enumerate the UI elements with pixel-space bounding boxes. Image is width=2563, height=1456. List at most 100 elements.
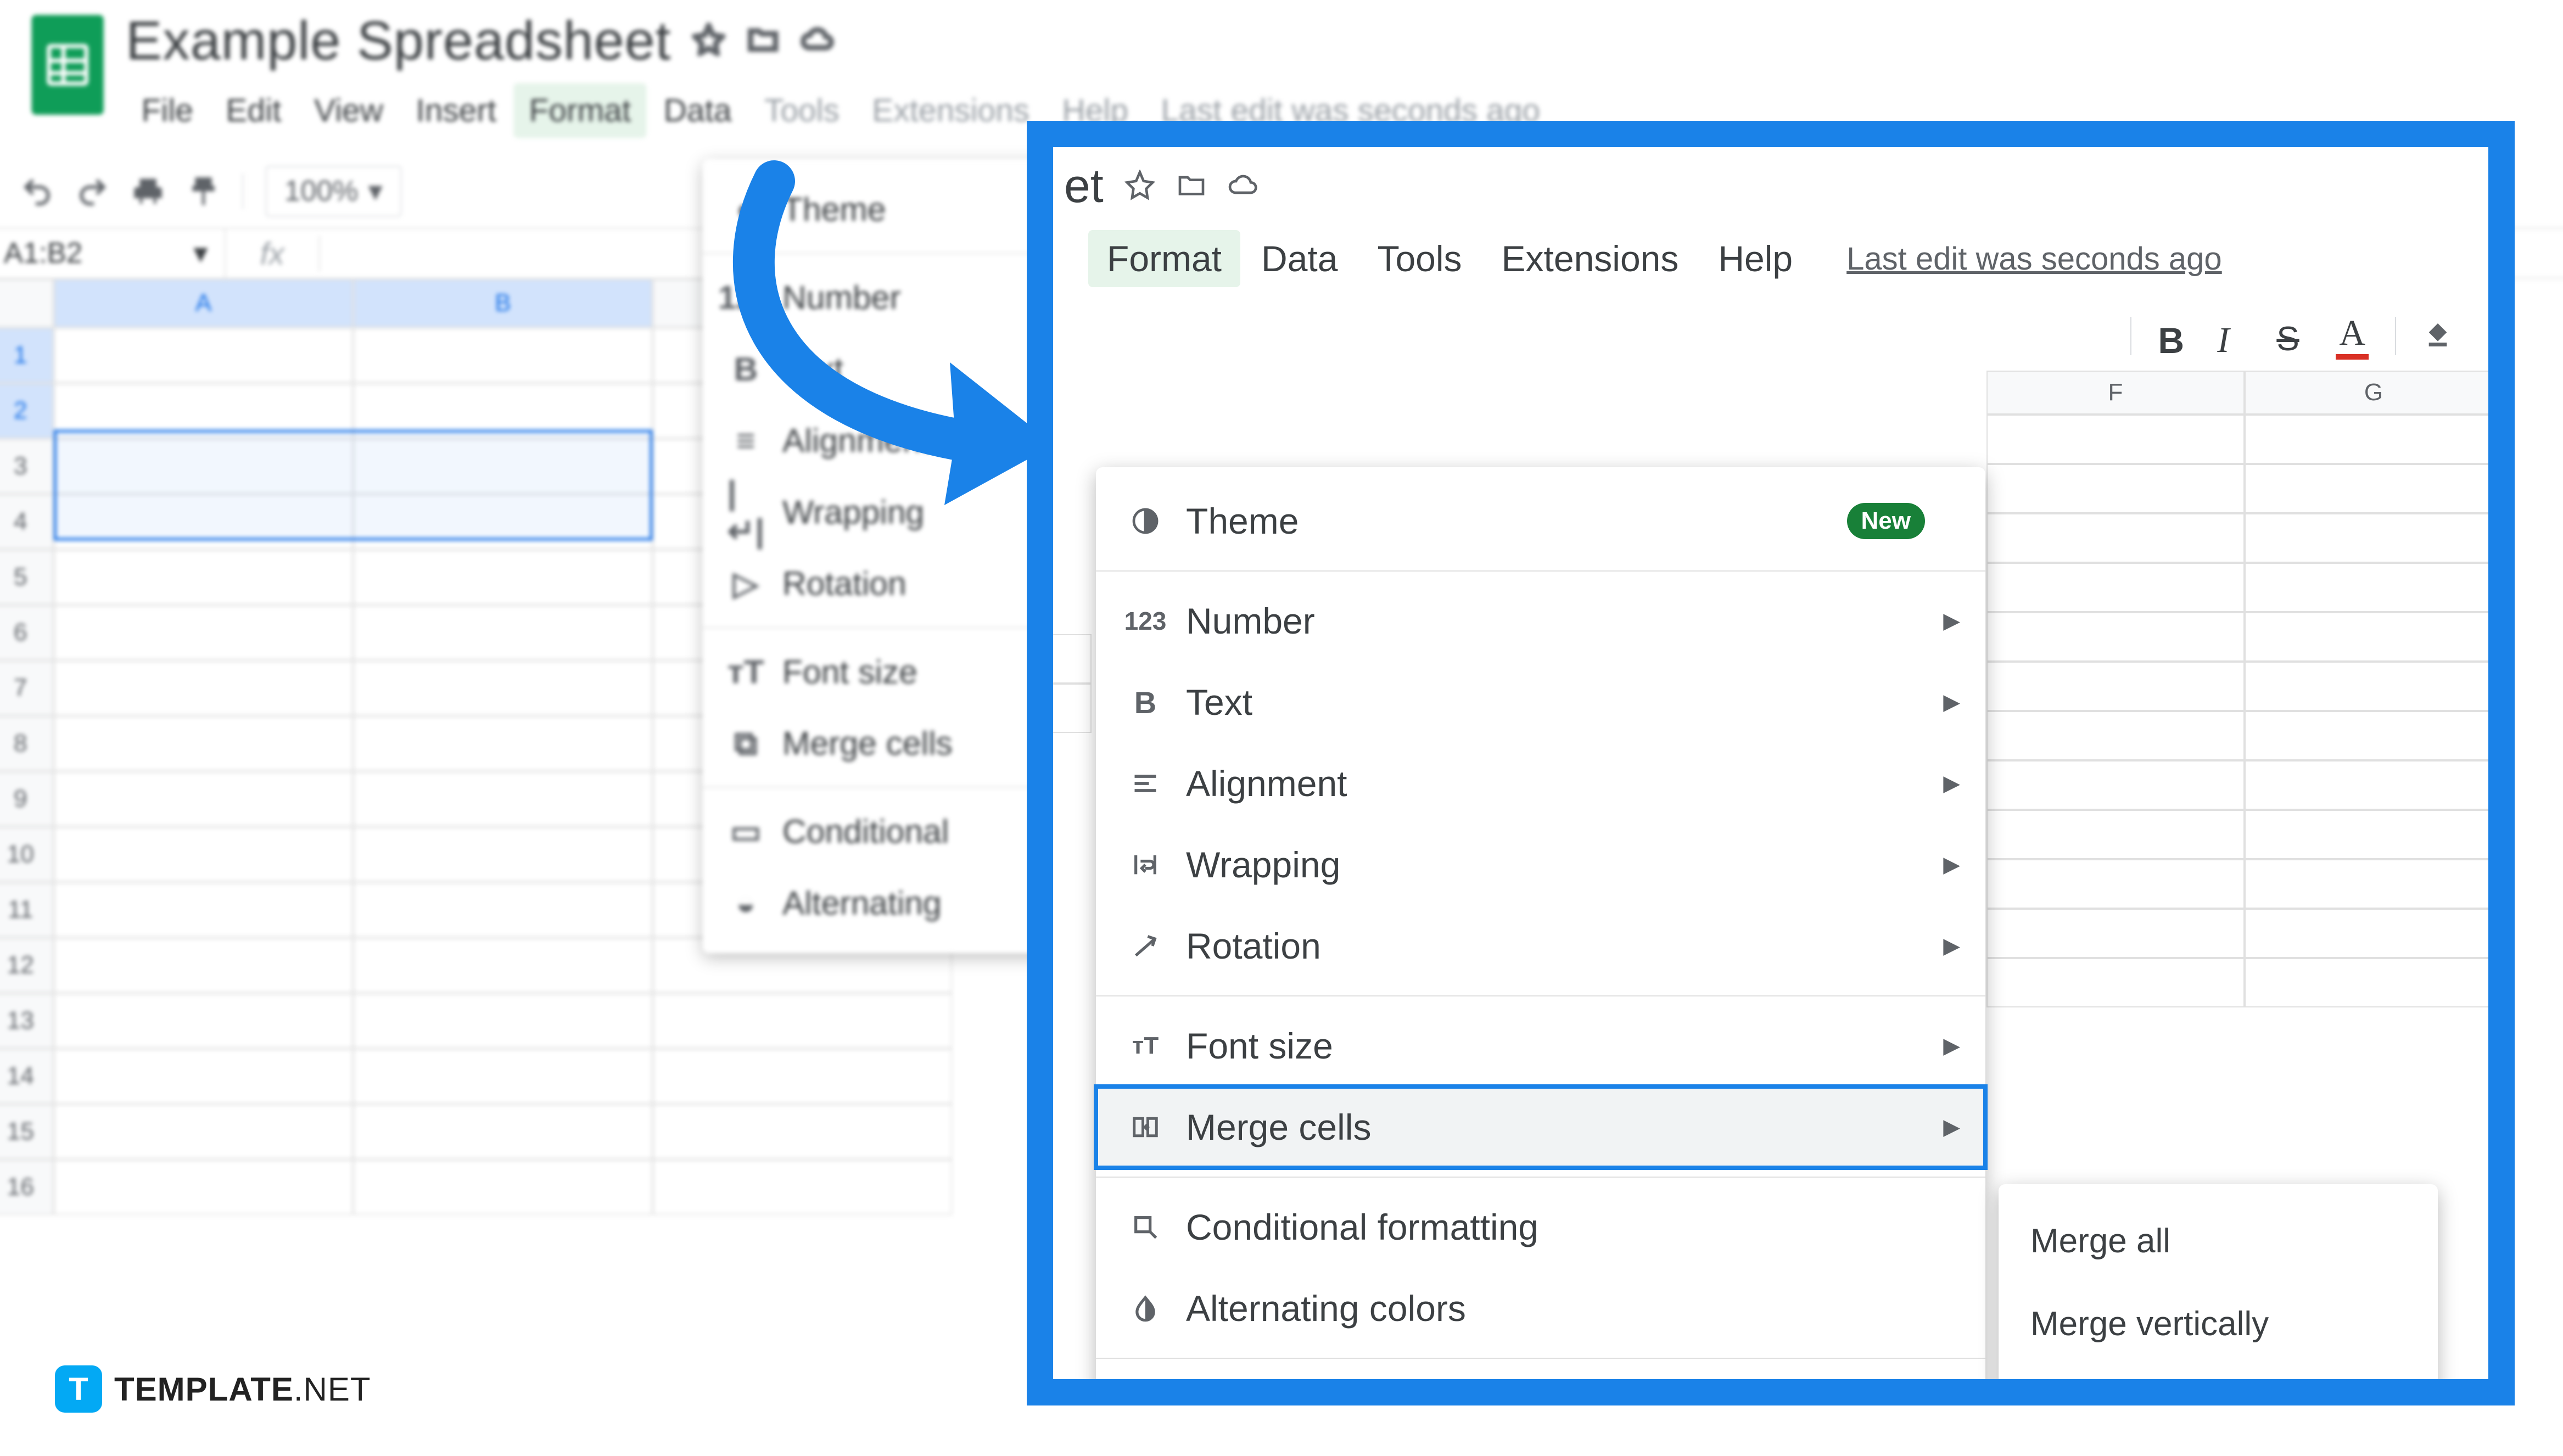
select-all-corner[interactable] bbox=[0, 279, 54, 328]
menu-item-alternating[interactable]: Alternating colors bbox=[1096, 1268, 1985, 1349]
row-header-14[interactable]: 14 bbox=[0, 1049, 54, 1104]
cell[interactable] bbox=[54, 550, 353, 605]
row-header-12[interactable]: 12 bbox=[0, 938, 54, 993]
menu-item-alignment[interactable]: Alignment ▶ bbox=[1096, 743, 1985, 824]
menu-format[interactable]: Format bbox=[1088, 230, 1240, 287]
cell[interactable] bbox=[1053, 634, 1092, 684]
cell[interactable] bbox=[54, 660, 353, 716]
submenu-merge-all[interactable]: Merge all bbox=[1999, 1200, 2438, 1283]
redo-icon[interactable] bbox=[76, 175, 109, 208]
cell[interactable] bbox=[353, 771, 652, 827]
cell[interactable] bbox=[54, 1049, 353, 1104]
menu-view[interactable]: View bbox=[299, 83, 399, 138]
cell[interactable] bbox=[353, 550, 652, 605]
bg-menu-wrapping[interactable]: |↵|Wrapping bbox=[703, 477, 1052, 548]
row-header-4[interactable]: 4 bbox=[0, 494, 54, 550]
document-title[interactable]: Example Spreadsheet bbox=[126, 9, 671, 72]
cell[interactable] bbox=[2245, 612, 2503, 662]
cell[interactable] bbox=[2245, 415, 2503, 464]
cell[interactable] bbox=[2245, 464, 2503, 513]
cell[interactable] bbox=[54, 328, 353, 383]
cell[interactable] bbox=[1986, 909, 2245, 958]
row-header-7[interactable]: 7 bbox=[0, 660, 54, 716]
cell[interactable] bbox=[353, 328, 652, 383]
menu-item-conditional[interactable]: Conditional formatting bbox=[1096, 1186, 1985, 1268]
menu-tools[interactable]: Tools bbox=[1358, 230, 1480, 287]
undo-icon[interactable] bbox=[20, 175, 54, 208]
menu-edit[interactable]: Edit bbox=[210, 83, 297, 138]
cell[interactable] bbox=[1986, 464, 2245, 513]
cell[interactable] bbox=[353, 716, 652, 771]
menu-item-text[interactable]: B Text ▶ bbox=[1096, 662, 1985, 743]
row-header-9[interactable]: 9 bbox=[0, 771, 54, 827]
menu-item-merge-cells[interactable]: Merge cells ▶ bbox=[1096, 1087, 1985, 1168]
name-box[interactable]: A1:B2▾ bbox=[0, 229, 226, 278]
cell[interactable] bbox=[2245, 513, 2503, 563]
submenu-merge-horizontally[interactable]: Merge horizontally bbox=[1999, 1365, 2438, 1405]
row-header-3[interactable]: 3 bbox=[0, 439, 54, 494]
cell[interactable] bbox=[1986, 859, 2245, 909]
bg-menu-merge[interactable]: ⧉Merge cells bbox=[703, 708, 1052, 779]
cell[interactable] bbox=[1986, 662, 2245, 711]
text-color-button[interactable]: A bbox=[2336, 312, 2369, 360]
cell[interactable] bbox=[353, 605, 652, 660]
bg-menu-number[interactable]: 123Number bbox=[703, 262, 1052, 333]
row-header-15[interactable]: 15 bbox=[0, 1104, 54, 1160]
col-header-f[interactable]: F bbox=[1986, 371, 2245, 415]
cell[interactable] bbox=[1986, 415, 2245, 464]
cell[interactable] bbox=[54, 771, 353, 827]
cell[interactable] bbox=[2245, 909, 2503, 958]
menu-format[interactable]: Format bbox=[513, 83, 646, 138]
strikethrough-button[interactable]: S bbox=[2276, 320, 2309, 352]
menu-item-rotation[interactable]: Rotation ▶ bbox=[1096, 905, 1985, 987]
menu-item-clear-formatting[interactable]: Clear formatting Ctrl+\ bbox=[1096, 1368, 1985, 1405]
cell[interactable] bbox=[1986, 760, 2245, 810]
cell[interactable] bbox=[353, 1049, 652, 1104]
cell[interactable] bbox=[54, 993, 353, 1049]
fill-color-button[interactable] bbox=[2422, 320, 2455, 352]
row-header-5[interactable]: 5 bbox=[0, 550, 54, 605]
bg-menu-alignment[interactable]: ≡Alignment bbox=[703, 405, 1052, 476]
cloud-status-icon[interactable] bbox=[1228, 170, 1258, 203]
cell[interactable] bbox=[54, 1104, 353, 1160]
menu-data[interactable]: Data bbox=[1243, 230, 1356, 287]
menu-tools[interactable]: Tools bbox=[749, 83, 855, 138]
paint-format-icon[interactable] bbox=[187, 175, 220, 208]
menu-extensions[interactable]: Extensions bbox=[857, 83, 1045, 138]
cell[interactable] bbox=[1986, 563, 2245, 612]
cell[interactable] bbox=[1053, 684, 1092, 733]
cell[interactable] bbox=[353, 1104, 652, 1160]
cell[interactable] bbox=[353, 993, 652, 1049]
move-folder-icon[interactable] bbox=[747, 23, 780, 59]
cell[interactable] bbox=[54, 716, 353, 771]
cell[interactable] bbox=[54, 605, 353, 660]
last-edit-link[interactable]: Last edit was seconds ago bbox=[1846, 240, 2222, 277]
cell[interactable] bbox=[353, 660, 652, 716]
cell[interactable] bbox=[2245, 958, 2503, 1007]
bg-menu-rotation[interactable]: ▷Rotation bbox=[703, 548, 1052, 619]
row-header-13[interactable]: 13 bbox=[0, 993, 54, 1049]
menu-item-theme[interactable]: Theme New bbox=[1096, 480, 1985, 562]
cell[interactable] bbox=[653, 1160, 952, 1215]
menu-extensions[interactable]: Extensions bbox=[1483, 230, 1698, 287]
bg-menu-alternating[interactable]: ◒Alternating bbox=[703, 867, 1052, 939]
cell[interactable] bbox=[2245, 662, 2503, 711]
cell[interactable] bbox=[353, 1160, 652, 1215]
cloud-status-icon[interactable] bbox=[801, 23, 835, 59]
row-header-11[interactable]: 11 bbox=[0, 882, 54, 938]
col-header-g[interactable]: G bbox=[2245, 371, 2503, 415]
row-header-16[interactable]: 16 bbox=[0, 1160, 54, 1215]
zoom-dropdown[interactable]: 100%▾ bbox=[266, 166, 402, 217]
star-icon[interactable] bbox=[1124, 170, 1155, 203]
row-header-10[interactable]: 10 bbox=[0, 827, 54, 882]
cell[interactable] bbox=[2245, 711, 2503, 760]
menu-help[interactable]: Help bbox=[1699, 230, 1811, 287]
menu-item-wrapping[interactable]: Wrapping ▶ bbox=[1096, 824, 1985, 905]
cell[interactable] bbox=[353, 882, 652, 938]
cell[interactable] bbox=[54, 1160, 353, 1215]
cell[interactable] bbox=[54, 938, 353, 993]
bg-menu-fontsize[interactable]: тTFont size bbox=[703, 636, 1052, 707]
cell[interactable] bbox=[653, 1049, 952, 1104]
move-folder-icon[interactable] bbox=[1176, 170, 1207, 203]
italic-button[interactable]: I bbox=[2217, 320, 2250, 352]
